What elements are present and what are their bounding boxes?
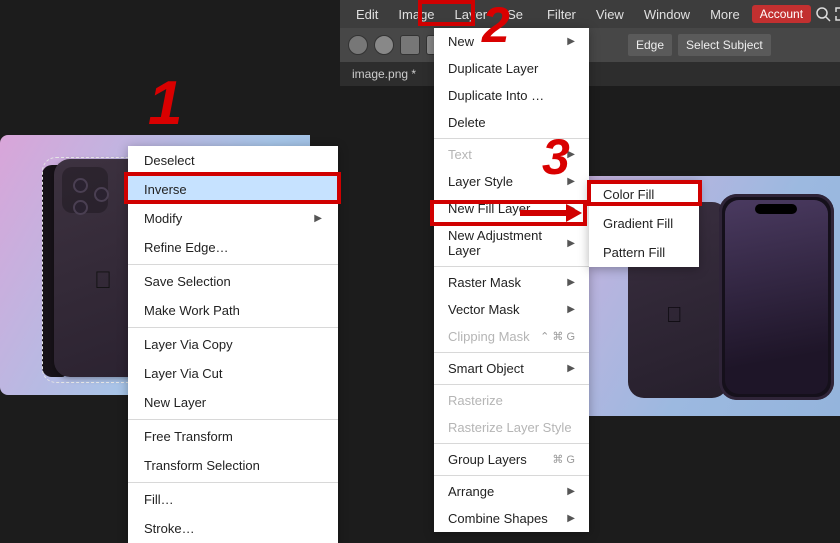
annotation-step-3: 3 [542,128,570,186]
menu-duplicate-into[interactable]: Duplicate Into … [434,82,589,109]
annotation-highlight-layer-menu [418,0,475,26]
phone-front-view [719,194,834,400]
menu-new[interactable]: New ▶ [434,28,589,55]
menu-deselect[interactable]: Deselect [128,146,338,175]
chevron-right-icon: ▶ [567,304,575,315]
menu-raster-mask-label: Raster Mask [448,275,521,290]
document-tab[interactable]: image.png * [352,67,416,81]
menubar-filter[interactable]: Filter [539,3,584,26]
left-panel:  1 Deselect Inverse Modify ▶ Refine Edg… [0,0,340,500]
document-tab-bar: image.png * [340,62,840,86]
menu-separator [434,266,589,267]
menubar-view[interactable]: View [588,3,632,26]
menu-new-label: New [448,34,474,49]
camera-lens-icon [73,178,88,193]
menu-stroke[interactable]: Stroke… [128,514,338,543]
menu-smart-object-label: Smart Object [448,361,524,376]
menu-separator [128,264,338,265]
arrow-head-icon [566,204,582,222]
arrow-shaft [520,210,566,216]
options-toolbar: Edge Select Subject [340,28,840,62]
shape-circle-icon[interactable] [348,35,368,55]
menu-separator [128,419,338,420]
dynamic-island-icon [755,204,797,214]
menu-duplicate-layer[interactable]: Duplicate Layer [434,55,589,82]
menu-layer-via-cut[interactable]: Layer Via Cut [128,359,338,388]
chevron-right-icon: ▶ [567,513,575,524]
annotation-step-2: 2 [482,0,510,54]
menu-group-layers-label: Group Layers [448,452,527,467]
chevron-right-icon: ▶ [567,277,575,288]
camera-lens-icon [73,200,88,215]
fullscreen-icon[interactable] [835,5,840,23]
menu-refine-edge[interactable]: Refine Edge… [128,233,338,262]
menu-rasterize-layer-style: Rasterize Layer Style [434,414,589,441]
menu-new-layer[interactable]: New Layer [128,388,338,417]
apple-logo-icon:  [666,302,683,328]
submenu-pattern-fill[interactable]: Pattern Fill [589,238,699,267]
submenu-gradient-fill[interactable]: Gradient Fill [589,209,699,238]
menu-vector-mask-label: Vector Mask [448,302,520,317]
menu-arrange-label: Arrange [448,484,494,499]
annotation-highlight-color-fill [587,180,702,206]
menu-combine-shapes[interactable]: Combine Shapes ▶ [434,505,589,532]
camera-lens-icon [94,187,109,202]
menu-rasterize: Rasterize [434,387,589,414]
chevron-right-icon: ▶ [567,36,575,47]
shape-circle-icon[interactable] [374,35,394,55]
search-icon[interactable] [815,5,831,23]
menu-clipping-mask-label: Clipping Mask [448,329,530,344]
menubar-edit[interactable]: Edit [348,3,386,26]
layer-dropdown-menu: New▶ Duplicate Layer Duplicate Into … De… [434,28,589,532]
menu-separator [434,384,589,385]
menu-smart-object[interactable]: Smart Object ▶ [434,355,589,382]
app-menubar: Edit Image Layer Se Filter View Window M… [340,0,840,28]
menu-arrange[interactable]: Arrange ▶ [434,478,589,505]
menu-layer-style-label: Layer Style [448,174,513,189]
select-subject-button[interactable]: Select Subject [678,34,771,56]
menu-separator [434,475,589,476]
menu-new-adj-label: New Adjustment Layer [448,228,567,258]
menu-transform-selection[interactable]: Transform Selection [128,451,338,480]
menubar-window[interactable]: Window [636,3,698,26]
menu-separator [434,443,589,444]
shortcut-label: ⌃ ⌘ G [540,330,575,343]
menu-modify[interactable]: Modify ▶ [128,204,338,233]
chevron-right-icon: ▶ [567,486,575,497]
menu-separator [434,352,589,353]
menubar-more[interactable]: More [702,3,748,26]
shape-square-icon[interactable] [400,35,420,55]
menu-separator [128,327,338,328]
chevron-right-icon: ▶ [567,363,575,374]
menu-make-work-path[interactable]: Make Work Path [128,296,338,325]
menu-combine-shapes-label: Combine Shapes [448,511,548,526]
apple-logo-icon:  [94,267,112,295]
menu-clipping-mask: Clipping Mask ⌃ ⌘ G [434,323,589,350]
chevron-right-icon: ▶ [314,213,322,224]
menu-new-adjustment-layer[interactable]: New Adjustment Layer▶ [434,222,589,264]
refine-edge-button[interactable]: Edge [628,34,672,56]
shortcut-label: ⌘ G [552,453,575,466]
selection-context-menu: Deselect Inverse Modify ▶ Refine Edge… S… [128,146,338,543]
menu-layer-via-copy[interactable]: Layer Via Copy [128,330,338,359]
menu-separator [128,482,338,483]
menu-vector-mask[interactable]: Vector Mask ▶ [434,296,589,323]
annotation-arrow [520,206,582,220]
right-panel: Edit Image Layer Se Filter View Window M… [340,0,840,500]
menubar-account[interactable]: Account [752,5,811,23]
menu-modify-label: Modify [144,211,182,226]
annotation-step-1: 1 [148,68,182,139]
annotation-highlight-inverse [124,172,341,204]
phone-screen [725,200,828,394]
menu-free-transform[interactable]: Free Transform [128,422,338,451]
menu-raster-mask[interactable]: Raster Mask ▶ [434,269,589,296]
menu-text-label: Text [448,147,472,162]
camera-module-icon [62,167,108,213]
menu-save-selection[interactable]: Save Selection [128,267,338,296]
menu-group-layers[interactable]: Group Layers ⌘ G [434,446,589,473]
chevron-right-icon: ▶ [567,238,575,249]
